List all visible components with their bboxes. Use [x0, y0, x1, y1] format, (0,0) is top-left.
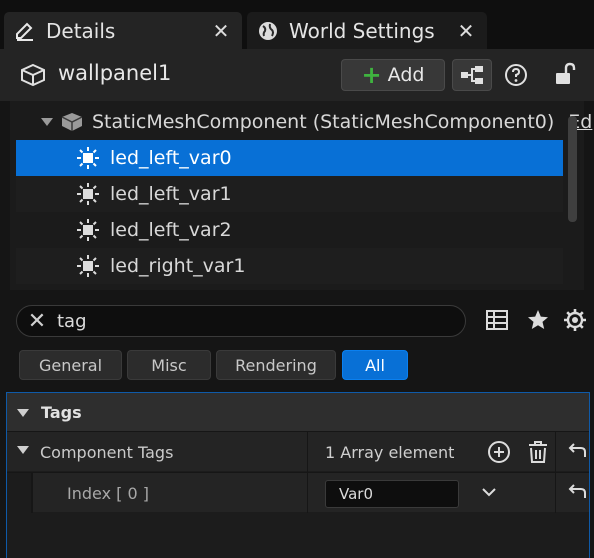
blueprint-hierarchy-button[interactable] — [452, 59, 492, 91]
index-0-label: Index [ 0 ] — [67, 483, 149, 503]
indent-guide — [7, 473, 31, 513]
help-icon[interactable] — [504, 63, 528, 91]
tab-details[interactable]: Details ✕ — [4, 12, 242, 49]
column-divider — [555, 473, 556, 513]
tree-item-led-left-var1[interactable]: led_left_var1 — [16, 176, 563, 212]
globe-icon — [255, 18, 281, 44]
point-light-icon — [76, 254, 100, 278]
close-icon[interactable]: ✕ — [451, 19, 481, 43]
details-header: wallpanel1 + Add — [0, 49, 594, 101]
tree-item-led-right-var1[interactable]: led_right_var1 — [16, 248, 563, 284]
tree-item-led-left-var0[interactable]: led_left_var0 — [16, 140, 563, 176]
pencil-icon — [12, 18, 38, 44]
component-tags-value: 1 Array element — [325, 442, 455, 462]
chevron-down-icon — [17, 403, 29, 422]
chevron-down-icon[interactable] — [40, 117, 54, 127]
point-light-icon — [76, 146, 100, 170]
search-input[interactable] — [57, 310, 437, 332]
point-light-icon — [76, 218, 100, 242]
clear-search-icon[interactable]: ✕ — [17, 309, 57, 334]
indent-guide — [31, 473, 33, 513]
tab-details-label: Details — [46, 18, 116, 43]
index-0-row: Index [ 0 ] Var0 — [7, 472, 589, 513]
reset-to-default-icon[interactable] — [567, 483, 587, 503]
filter-general-button[interactable]: General — [19, 350, 122, 380]
scrollbar-thumb[interactable] — [568, 116, 577, 222]
tree-item-led-left-var2[interactable]: led_left_var2 — [16, 212, 563, 248]
tab-world-settings-label: World Settings — [289, 18, 435, 43]
component-tags-label: Component Tags — [40, 442, 174, 462]
add-component-button[interactable]: + Add — [341, 59, 445, 91]
category-tags-header[interactable]: Tags — [7, 393, 589, 431]
column-divider[interactable] — [307, 473, 308, 513]
category-label: Tags — [41, 402, 82, 422]
filter-rendering-button[interactable]: Rendering — [216, 350, 336, 380]
add-button-label: Add — [387, 64, 425, 86]
static-mesh-actor-icon — [20, 63, 46, 91]
hierarchy-icon — [461, 66, 483, 84]
column-divider — [555, 432, 556, 472]
tree-item-label: led_left_var0 — [110, 147, 232, 169]
column-divider[interactable] — [307, 432, 308, 472]
tab-world-settings[interactable]: World Settings ✕ — [247, 12, 487, 49]
tree-item-label: led_left_var1 — [110, 183, 232, 205]
object-name: wallpanel1 — [58, 61, 172, 85]
component-tags-row: Component Tags 1 Array element — [7, 431, 589, 472]
static-mesh-icon — [60, 111, 84, 133]
tree-scrollbar[interactable] — [566, 104, 578, 288]
properties-panel: Tags Component Tags 1 Array element Inde… — [6, 392, 590, 558]
lock-icon[interactable] — [552, 62, 576, 90]
close-icon[interactable]: ✕ — [206, 19, 236, 43]
chevron-down-icon[interactable] — [17, 446, 29, 455]
chevron-down-icon[interactable] — [481, 487, 497, 497]
tree-item-label: led_right_var1 — [110, 255, 246, 277]
filter-misc-button[interactable]: Misc — [127, 350, 211, 380]
tree-item-root[interactable]: StaticMeshComponent (StaticMeshComponent… — [16, 104, 592, 140]
tree-item-label: StaticMeshComponent (StaticMeshComponent… — [92, 111, 555, 133]
filter-all-button[interactable]: All — [342, 350, 408, 380]
reset-to-default-icon[interactable] — [567, 442, 587, 462]
table-view-icon[interactable] — [485, 308, 509, 336]
trash-icon[interactable] — [527, 440, 549, 464]
tab-bar: Details ✕ World Settings ✕ — [0, 0, 594, 50]
add-element-icon[interactable] — [487, 440, 511, 464]
star-icon[interactable] — [526, 308, 550, 336]
point-light-icon — [76, 182, 100, 206]
search-box[interactable]: ✕ — [16, 305, 466, 337]
tag-value-field[interactable]: Var0 — [325, 480, 459, 508]
plus-icon: + — [361, 61, 382, 89]
gear-icon[interactable] — [563, 308, 587, 336]
tree-item-label: led_left_var2 — [110, 219, 232, 241]
